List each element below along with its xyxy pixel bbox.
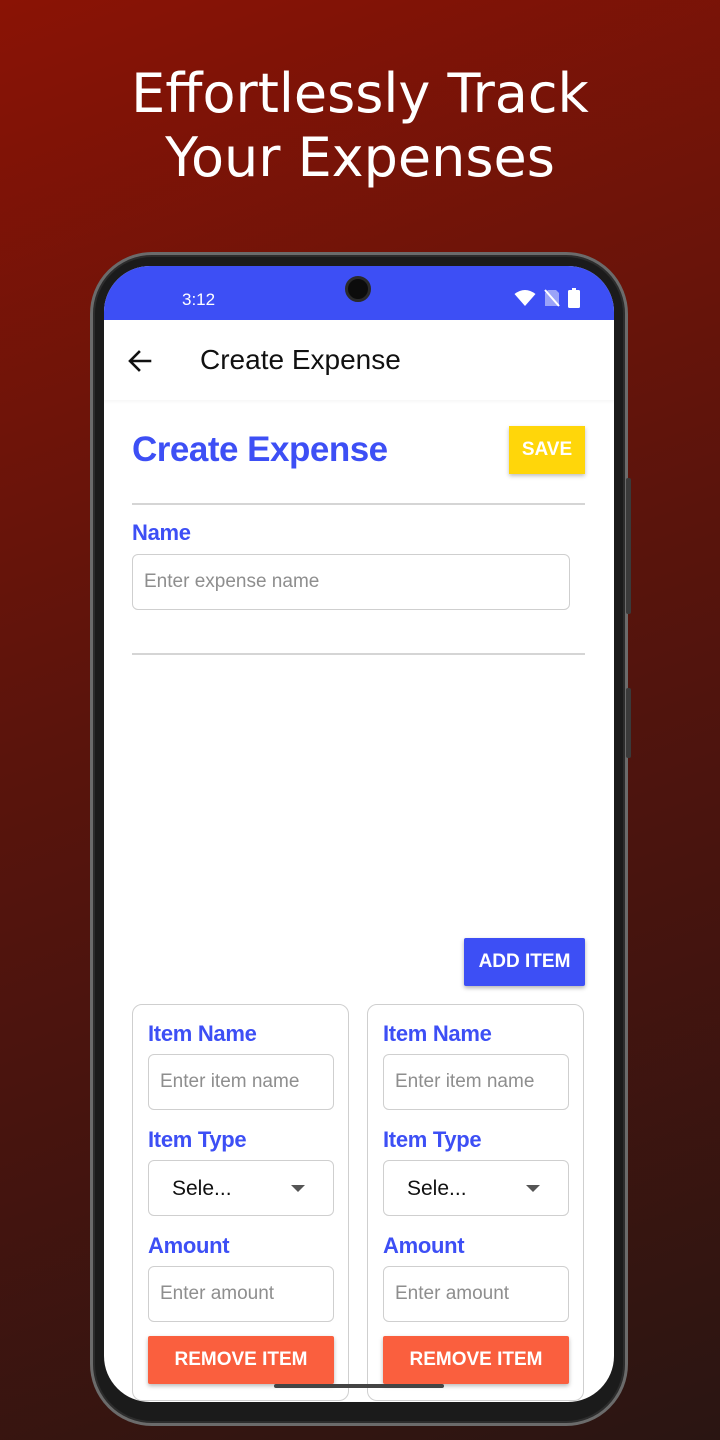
promo-headline-line2: Your Expenses [165,126,555,189]
volume-button [626,478,631,614]
app-bar-title: Create Expense [200,344,401,375]
battery-icon [568,288,580,308]
item-type-select[interactable]: Sele... [383,1160,569,1216]
expense-item-card: Item Name Item Type Sele... Amount REMOV… [132,1004,349,1401]
no-sim-icon [544,289,560,307]
amount-label: Amount [148,1233,230,1258]
status-bar: 3:12 [104,266,614,320]
item-type-select[interactable]: Sele... [148,1160,334,1216]
caret-down-icon [291,1185,305,1192]
caret-down-icon [526,1185,540,1192]
add-item-button[interactable]: ADD ITEM [464,938,585,986]
item-name-input[interactable] [148,1054,334,1110]
item-name-input[interactable] [383,1054,569,1110]
name-label: Name [132,520,191,545]
create-expense-form: Create Expense SAVE Name ADD ITEM Item N… [104,400,614,1402]
status-time: 3:12 [182,290,216,309]
amount-label: Amount [383,1233,465,1258]
amount-input[interactable] [148,1266,334,1322]
status-icons [514,288,580,308]
amount-input[interactable] [383,1266,569,1322]
item-type-label: Item Type [383,1127,482,1152]
arrow-left-icon[interactable] [126,347,154,375]
home-indicator[interactable] [274,1384,444,1388]
expense-item-card: Item Name Item Type Sele... Amount REMOV… [367,1004,584,1401]
page-title: Create Expense [132,430,388,469]
save-button[interactable]: SAVE [509,426,585,474]
wifi-icon [514,290,536,306]
item-name-label: Item Name [383,1021,492,1046]
power-button [626,688,631,758]
item-type-label: Item Type [148,1127,247,1152]
divider [132,653,585,655]
remove-item-button[interactable]: REMOVE ITEM [383,1336,569,1384]
item-type-value: Sele... [172,1177,232,1200]
camera-icon [345,276,371,302]
item-type-value: Sele... [407,1177,467,1200]
app-bar: Create Expense [104,320,614,400]
item-name-label: Item Name [148,1021,257,1046]
remove-item-button[interactable]: REMOVE ITEM [148,1336,334,1384]
promo-headline: Effortlessly Track Your Expenses [0,62,720,190]
promo-headline-line1: Effortlessly Track [131,62,589,125]
expense-name-input[interactable] [132,554,570,610]
phone-screen: 3:12 Create Expense Create Expense SAVE … [104,266,614,1402]
divider [132,503,585,505]
